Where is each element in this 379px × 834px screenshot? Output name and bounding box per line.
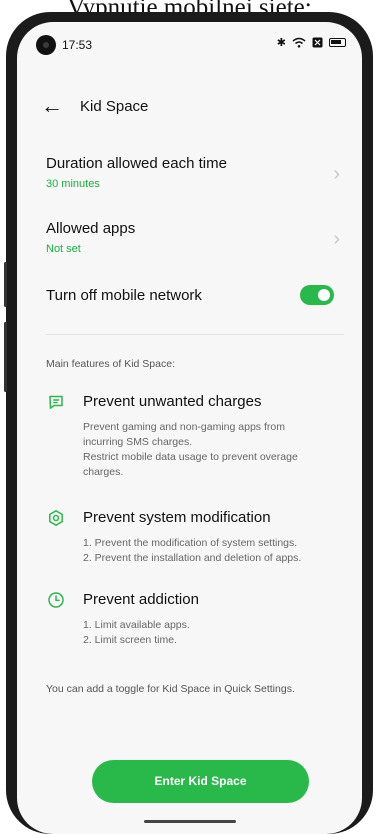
status-time: 17:53 bbox=[62, 38, 93, 52]
features-heading: Main features of Kid Space: bbox=[46, 358, 175, 370]
duration-value: 30 minutes bbox=[46, 178, 100, 190]
mobile-network-label: Turn off mobile network bbox=[46, 287, 202, 304]
duration-label: Duration allowed each time bbox=[46, 155, 227, 172]
feature-prevent-addiction: Prevent addiction 1. Limit available app… bbox=[47, 591, 344, 656]
feature-title: Prevent unwanted charges bbox=[83, 393, 262, 410]
divider bbox=[46, 334, 344, 335]
feature-title: Prevent system modification bbox=[83, 509, 271, 526]
status-bar: 17:53 ✱ bbox=[17, 22, 362, 66]
front-camera bbox=[36, 35, 56, 55]
status-icons: ✱ bbox=[277, 36, 346, 49]
toggle-knob bbox=[318, 289, 330, 301]
no-sim-icon bbox=[312, 37, 323, 48]
clock-icon bbox=[48, 592, 64, 608]
screen: 17:53 ✱ ← Kid Space Duration allowed eac… bbox=[17, 22, 362, 834]
home-indicator[interactable] bbox=[144, 820, 236, 823]
hexagon-settings-icon bbox=[49, 510, 63, 526]
duration-setting-row[interactable]: Duration allowed each time 30 minutes › bbox=[46, 155, 340, 190]
page-title: Kid Space bbox=[80, 98, 149, 115]
allowed-apps-label: Allowed apps bbox=[46, 220, 136, 237]
feature-description: 1. Limit available apps. 2. Limit screen… bbox=[83, 619, 190, 646]
chevron-right-icon: › bbox=[333, 163, 340, 185]
allowed-apps-row[interactable]: Allowed apps Not set › bbox=[46, 220, 340, 255]
quick-settings-note: You can add a toggle for Kid Space in Qu… bbox=[46, 683, 295, 695]
mobile-network-row: Turn off mobile network bbox=[46, 285, 340, 305]
volume-button bbox=[4, 262, 7, 307]
app-bar: ← Kid Space bbox=[17, 92, 362, 122]
back-arrow-icon[interactable]: ← bbox=[41, 92, 63, 120]
feature-description: Prevent gaming and non-gaming apps from … bbox=[83, 421, 298, 478]
chevron-right-icon: › bbox=[333, 228, 340, 250]
power-button bbox=[4, 322, 7, 392]
bluetooth-icon: ✱ bbox=[276, 37, 286, 49]
allowed-apps-value: Not set bbox=[46, 243, 81, 255]
phone-frame: 17:53 ✱ ← Kid Space Duration allowed eac… bbox=[4, 12, 373, 834]
feature-system-modification: Prevent system modification 1. Prevent t… bbox=[47, 509, 344, 574]
mobile-network-toggle[interactable] bbox=[300, 285, 334, 305]
message-icon bbox=[49, 395, 63, 409]
feature-title: Prevent addiction bbox=[83, 591, 199, 608]
wifi-icon bbox=[292, 37, 306, 48]
enter-kid-space-button[interactable]: Enter Kid Space bbox=[92, 760, 309, 803]
battery-icon bbox=[329, 38, 346, 47]
feature-unwanted-charges: Prevent unwanted charges Prevent gaming … bbox=[47, 393, 344, 488]
feature-description: 1. Prevent the modification of system se… bbox=[83, 537, 302, 564]
